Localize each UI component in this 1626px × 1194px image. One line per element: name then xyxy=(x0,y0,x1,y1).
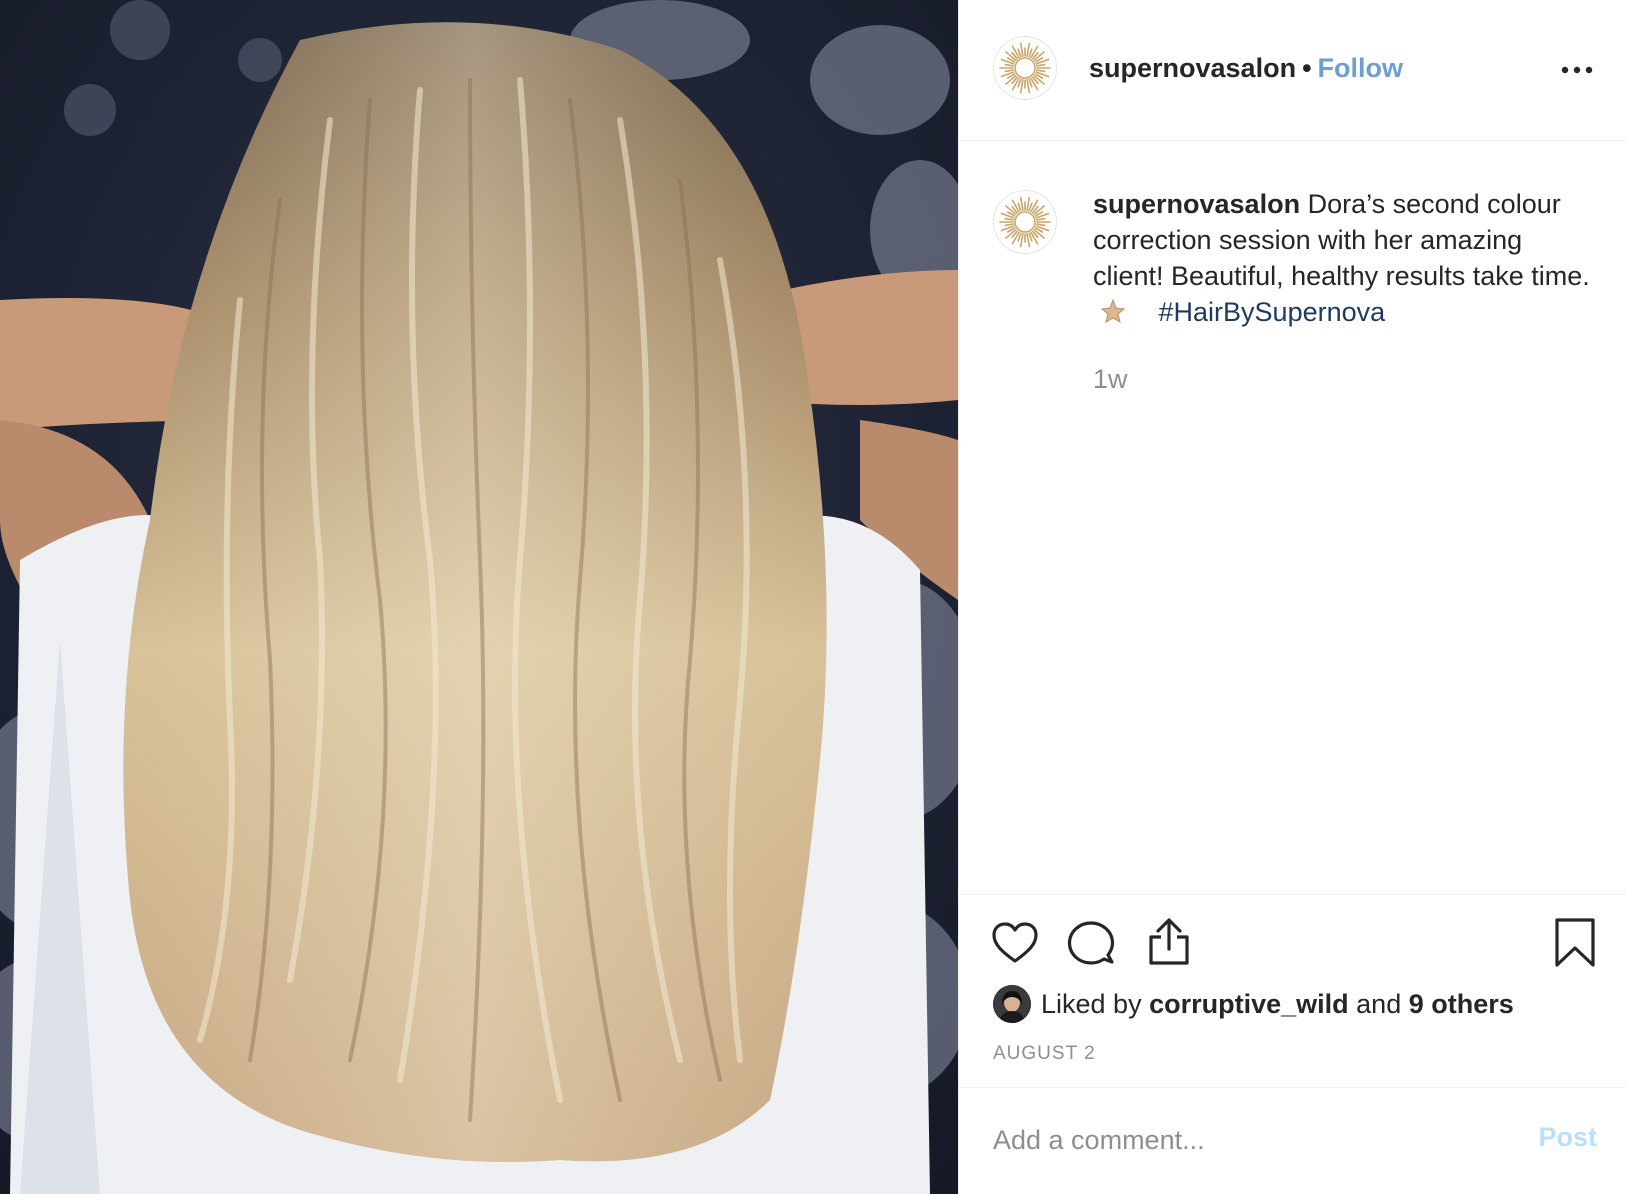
post-header: supernovasalon • Follow xyxy=(959,0,1626,141)
comment-button[interactable] xyxy=(1067,919,1115,972)
hair-photo-illustration xyxy=(0,0,958,1194)
liker-username[interactable]: corruptive_wild xyxy=(1149,986,1349,1022)
post-caption: supernovasalon Dora’s second colour corr… xyxy=(1093,186,1593,330)
post-comment-button[interactable]: Post xyxy=(1538,1122,1597,1153)
liker-avatar[interactable] xyxy=(993,985,1031,1023)
post-side-panel: supernovasalon • Follow supernovasalon D… xyxy=(958,0,1626,1194)
header-separator: • xyxy=(1302,53,1312,83)
like-button[interactable] xyxy=(991,919,1039,972)
sparkle-emoji-icon xyxy=(1100,298,1126,324)
likes-summary: Liked by corruptive_wild and 9 others xyxy=(993,985,1514,1023)
follow-button[interactable]: Follow xyxy=(1318,53,1403,83)
post-actions: Liked by corruptive_wild and 9 others AU… xyxy=(959,894,1626,1087)
share-button[interactable] xyxy=(1145,917,1193,972)
caption-time-ago[interactable]: 1w xyxy=(1093,364,1128,395)
header-username[interactable]: supernovasalon xyxy=(1089,53,1296,83)
caption-avatar[interactable] xyxy=(993,190,1057,254)
likes-prefix: Liked by xyxy=(1041,989,1142,1019)
header-text: supernovasalon • Follow xyxy=(1089,50,1403,86)
ellipsis-icon xyxy=(1561,66,1593,74)
caption-hashtag[interactable]: #HairBySupernova xyxy=(1159,297,1386,327)
sunburst-logo-icon xyxy=(999,196,1051,248)
save-button[interactable] xyxy=(1553,917,1597,974)
comment-input[interactable] xyxy=(993,1118,1513,1162)
heart-icon xyxy=(992,922,1038,963)
share-icon xyxy=(1149,918,1189,965)
post-date[interactable]: AUGUST 2 xyxy=(993,1043,1096,1065)
comment-icon xyxy=(1067,921,1115,965)
user-avatar-icon xyxy=(993,985,1031,1023)
likes-others-link[interactable]: 9 others xyxy=(1409,986,1514,1022)
comments-area: supernovasalon Dora’s second colour corr… xyxy=(959,142,1626,894)
caption-username[interactable]: supernovasalon xyxy=(1093,189,1300,219)
likes-conjunction: and xyxy=(1356,989,1402,1019)
bookmark-icon xyxy=(1555,918,1595,967)
post-modal: supernovasalon • Follow supernovasalon D… xyxy=(0,0,1626,1194)
profile-avatar[interactable] xyxy=(993,36,1057,100)
add-comment-bar: Post xyxy=(959,1087,1626,1194)
more-options-button[interactable] xyxy=(1557,56,1597,84)
sunburst-logo-icon xyxy=(999,42,1051,94)
post-photo[interactable] xyxy=(0,0,958,1194)
